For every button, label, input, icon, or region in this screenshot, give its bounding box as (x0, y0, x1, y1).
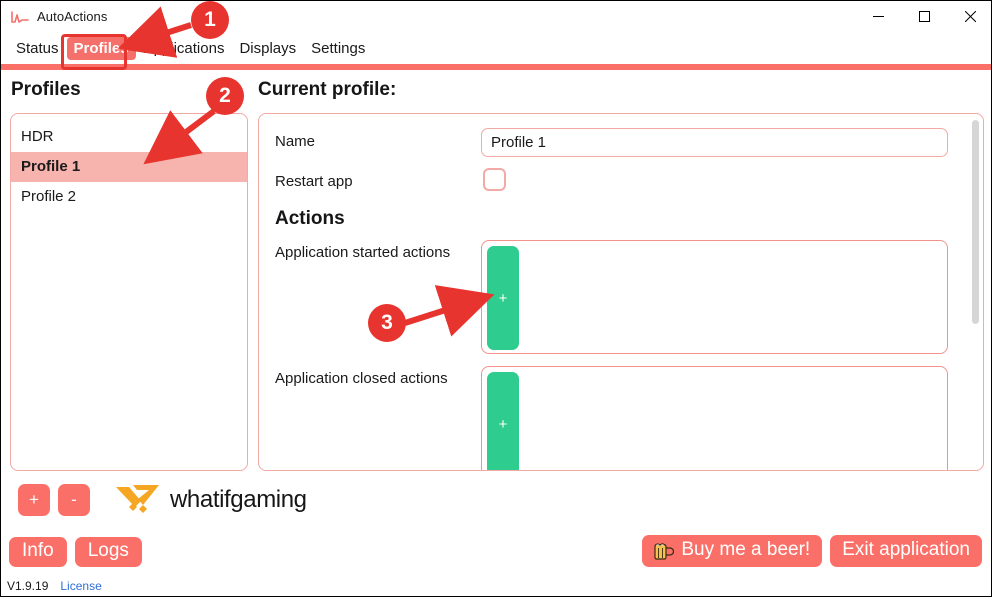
tab-underline (1, 64, 991, 70)
add-started-action-button[interactable]: + (487, 246, 519, 350)
tab-status[interactable]: Status (9, 37, 66, 60)
close-button[interactable] (947, 1, 991, 32)
bottom-left-button-group: Info Logs (9, 537, 142, 567)
tab-applications[interactable]: Applications (137, 37, 232, 60)
buy-me-a-beer-label: Buy me a beer! (681, 539, 811, 560)
minimize-button[interactable] (855, 1, 901, 32)
actions-heading: Actions (275, 208, 345, 229)
bottom-right-button-group: Buy me a beer! Exit application (642, 535, 982, 567)
version-label: V1.9.19 (7, 579, 49, 593)
tab-profiles[interactable]: Profiles (66, 36, 136, 60)
beer-mug-icon (654, 543, 675, 560)
exit-application-button[interactable]: Exit application (830, 535, 982, 567)
restart-app-checkbox[interactable] (483, 168, 506, 191)
list-item[interactable]: Profile 2 (11, 182, 247, 212)
list-item[interactable]: HDR (11, 122, 247, 152)
application-started-actions-label: Application started actions (275, 244, 451, 261)
list-item[interactable]: Profile 1 (11, 152, 247, 182)
profile-add-remove-group: + - (18, 484, 90, 516)
autoactions-window: AutoActions Status Profiles Applications… (0, 0, 992, 597)
annotation-badge-2: 2 (206, 77, 244, 115)
restart-app-label: Restart app (275, 173, 353, 190)
info-button[interactable]: Info (9, 537, 67, 567)
profiles-list[interactable]: HDR Profile 1 Profile 2 (10, 113, 248, 471)
window-title: AutoActions (37, 9, 108, 24)
application-closed-actions-box: + (481, 366, 948, 470)
buy-me-a-beer-button[interactable]: Buy me a beer! (642, 535, 823, 567)
remove-profile-button[interactable]: - (58, 484, 90, 516)
brand-name: whatifgaming (170, 486, 307, 513)
current-profile-heading: Current profile: (258, 79, 397, 100)
window-controls (855, 1, 991, 32)
detail-scrollbar-thumb[interactable] (972, 120, 979, 324)
tab-bar: Status Profiles Applications Displays Se… (1, 32, 991, 64)
waveform-icon (11, 10, 29, 23)
name-label: Name (275, 133, 316, 150)
current-profile-panel: Name Restart app Actions Application sta… (258, 113, 984, 471)
brand-watermark: whatifgaming (115, 483, 307, 517)
add-closed-action-button[interactable]: + (487, 372, 519, 470)
profile-name-input[interactable] (481, 128, 948, 157)
maximize-button[interactable] (901, 1, 947, 32)
application-started-actions-box: + (481, 240, 948, 354)
tab-settings[interactable]: Settings (304, 37, 372, 60)
whatifgaming-logo-icon (116, 485, 159, 513)
profiles-heading: Profiles (11, 79, 81, 100)
application-closed-actions-label: Application closed actions (275, 370, 448, 387)
license-link[interactable]: License (60, 579, 101, 593)
tab-displays[interactable]: Displays (232, 37, 303, 60)
title-bar: AutoActions (1, 1, 991, 32)
add-profile-button[interactable]: + (18, 484, 50, 516)
status-bar: V1.9.19 License (1, 576, 991, 596)
logs-button[interactable]: Logs (74, 537, 142, 567)
